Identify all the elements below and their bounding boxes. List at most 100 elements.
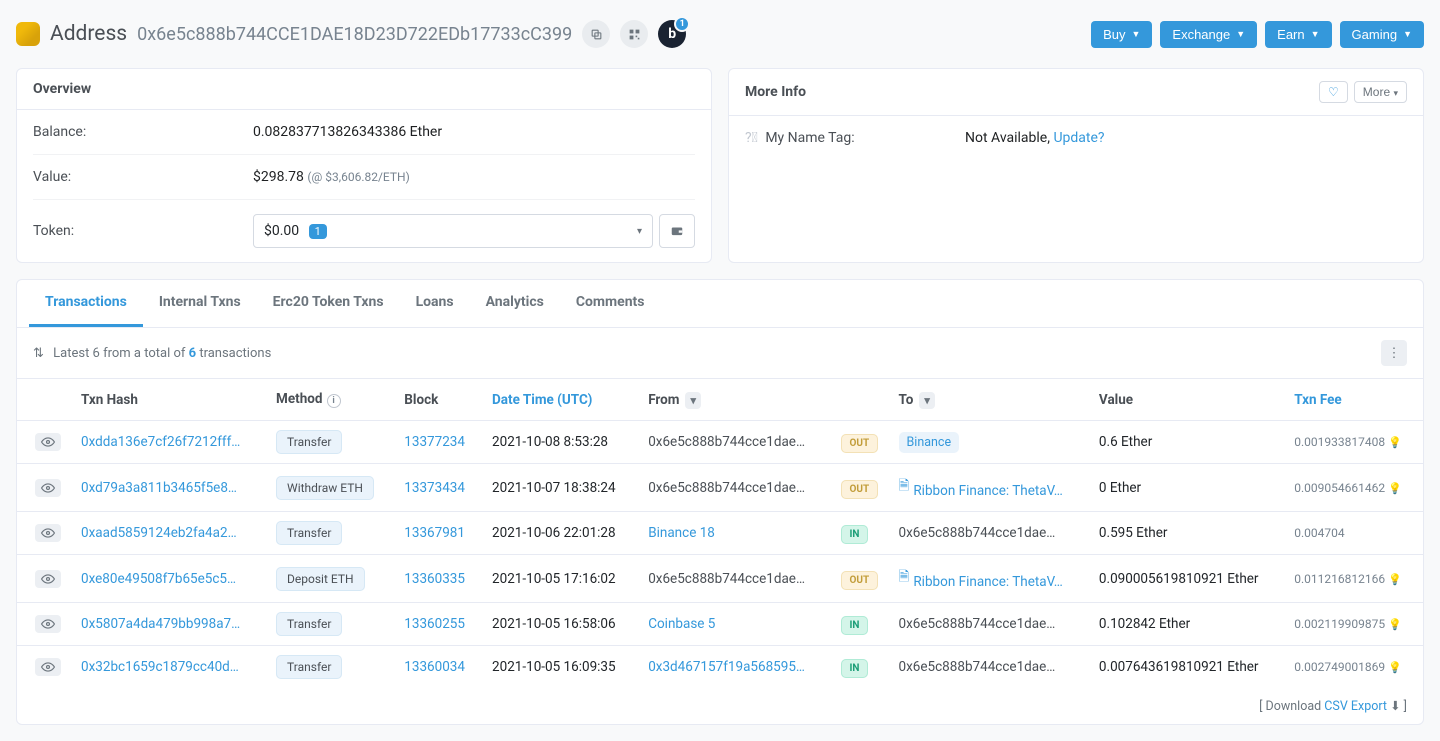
from-address-link[interactable]: Coinbase 5 (648, 616, 715, 632)
transactions-panel: Transactions Internal Txns Erc20 Token T… (16, 279, 1424, 725)
value-usd: $298.78 (@ $3,606.82/ETH) (253, 169, 410, 185)
col-fee[interactable]: Txn Fee (1284, 379, 1423, 421)
more-dropdown[interactable]: More ▾ (1354, 81, 1407, 103)
block-link[interactable]: 13360034 (404, 659, 465, 675)
value-label: Value: (33, 169, 253, 185)
view-details-icon[interactable] (35, 433, 61, 451)
tx-fee: 0.011216812166 (1294, 572, 1385, 586)
col-txhash: Txn Hash (71, 379, 266, 421)
from-address-link[interactable]: Binance 18 (648, 525, 715, 541)
wallet-icon[interactable] (659, 214, 695, 248)
export-footer: [ Download CSV Export ⬇ ] (17, 688, 1423, 724)
txn-hash-link[interactable]: 0x5807a4da479bb998a7… (81, 616, 240, 632)
favorite-button[interactable]: ♡ (1319, 81, 1348, 103)
view-details-icon[interactable] (35, 615, 61, 633)
info-icon[interactable]: i (327, 394, 341, 408)
blockies-icon[interactable]: b 1 (658, 20, 686, 48)
tx-fee: 0.001933817408 (1294, 435, 1385, 449)
txn-hash-link[interactable]: 0xaad5859124eb2fa4a2… (81, 525, 237, 541)
table-row: 0x5807a4da479bb998a7…Transfer13360255202… (17, 603, 1423, 646)
contract-icon: 🗎 (899, 569, 910, 585)
to-address-chip[interactable]: Binance (899, 432, 960, 453)
chevron-down-icon: ▾ (1393, 88, 1398, 98)
tab-transactions[interactable]: Transactions (29, 280, 143, 327)
from-address: 0x6e5c888b744cce1dae… (648, 434, 805, 450)
view-details-icon[interactable] (35, 570, 61, 588)
name-tag-label: ?⃝ My Name Tag: (745, 130, 965, 146)
block-link[interactable]: 13373434 (404, 480, 465, 496)
tab-erc20[interactable]: Erc20 Token Txns (257, 280, 400, 327)
name-tag-value: Not Available, Update? (965, 130, 1105, 146)
txn-hash-link[interactable]: 0xdda136e7cf26f7212fff… (81, 434, 240, 450)
view-details-icon[interactable] (35, 479, 61, 497)
csv-export-link[interactable]: CSV Export (1324, 699, 1387, 714)
tx-fee: 0.002749001869 (1294, 660, 1385, 674)
to-address: 0x6e5c888b744cce1dae… (899, 525, 1056, 541)
direction-badge: IN (841, 525, 869, 544)
download-icon: ⬇ (1390, 699, 1400, 714)
tx-fee: 0.002119909875 (1294, 617, 1385, 631)
table-options-button[interactable]: ⋮ (1381, 340, 1407, 366)
direction-badge: OUT (841, 571, 879, 590)
more-info-title: More Info (745, 84, 806, 100)
buy-button[interactable]: Buy▼ (1091, 21, 1152, 48)
table-row: 0xdda136e7cf26f7212fff… Transfer 13377234 2… (17, 421, 1423, 464)
tx-fee: 0.009054661462 (1294, 481, 1385, 495)
table-row: 0xd79a3a811b3465f5e8…Withdraw ETH1337343… (17, 464, 1423, 512)
from-address: 0x6e5c888b744cce1dae… (648, 571, 805, 587)
datetime-value: 2021-10-07 18:38:24 (492, 480, 616, 496)
table-summary: ⇅ Latest 6 from a total of 6 transaction… (33, 346, 271, 361)
txn-hash-link[interactable]: 0x32bc1659c1879cc40d… (81, 659, 239, 675)
balance-label: Balance: (33, 124, 253, 140)
tab-internal[interactable]: Internal Txns (143, 280, 257, 327)
copy-icon[interactable] (582, 20, 610, 48)
view-details-icon[interactable] (35, 524, 61, 542)
exchange-button[interactable]: Exchange▼ (1160, 21, 1257, 48)
filter-icon[interactable]: ▾ (919, 392, 935, 409)
txn-hash-link[interactable]: 0xd79a3a811b3465f5e8… (81, 480, 237, 496)
chevron-down-icon: ▼ (1236, 29, 1245, 39)
tab-analytics[interactable]: Analytics (470, 280, 560, 327)
from-address-link[interactable]: 0x3d467157f19a568595… (648, 659, 805, 675)
chevron-down-icon: ▼ (1131, 29, 1140, 39)
block-link[interactable]: 13360255 (404, 616, 465, 632)
balance-value: 0.082837713826343386 Ether (253, 124, 442, 140)
method-badge: Transfer (276, 612, 342, 636)
tx-value: 0.595 Ether (1099, 525, 1168, 541)
gaming-button[interactable]: Gaming▼ (1340, 21, 1424, 48)
tx-value: 0.007643619810921 Ether (1099, 659, 1259, 675)
col-datetime[interactable]: Date Time (UTC) (482, 379, 638, 421)
col-from: From▾ (638, 379, 830, 421)
col-block: Block (394, 379, 482, 421)
txn-hash-link[interactable]: 0xe80e49508f7b65e5c5… (81, 571, 236, 587)
block-link[interactable]: 13377234 (404, 434, 465, 450)
tab-loans[interactable]: Loans (400, 280, 470, 327)
to-address-link[interactable]: Ribbon Finance: ThetaV… (913, 483, 1062, 499)
to-address-link[interactable]: Ribbon Finance: ThetaV… (913, 574, 1062, 590)
filter-icon[interactable]: ▾ (685, 392, 701, 409)
earn-button[interactable]: Earn▼ (1265, 21, 1331, 48)
block-link[interactable]: 13360335 (404, 571, 465, 587)
token-label: Token: (33, 223, 253, 239)
sort-icon[interactable]: ⇅ (33, 346, 44, 361)
col-value: Value (1089, 379, 1284, 421)
more-info-card: More Info ♡ More ▾ ?⃝ My Name Tag: Not A… (728, 68, 1424, 263)
datetime-value: 2021-10-06 22:01:28 (492, 525, 616, 541)
update-name-tag-link[interactable]: Update? (1053, 130, 1104, 146)
token-dropdown[interactable]: $0.00 1 ▾ (253, 214, 653, 248)
overview-card: Overview Balance: 0.082837713826343386 E… (16, 68, 712, 263)
view-details-icon[interactable] (35, 658, 61, 676)
page-title: Address (50, 22, 127, 46)
to-address: 0x6e5c888b744cce1dae… (899, 616, 1056, 632)
qr-icon[interactable] (620, 20, 648, 48)
token-count-badge: 1 (309, 224, 327, 239)
method-badge: Transfer (276, 430, 342, 454)
chevron-down-icon: ▼ (1403, 29, 1412, 39)
tab-comments[interactable]: Comments (560, 280, 661, 327)
col-direction (831, 379, 889, 421)
page-header: Address 0x6e5c888b744CCE1DAE18D23D722EDb… (16, 0, 1424, 68)
block-link[interactable]: 13367981 (404, 525, 465, 541)
datetime-value: 2021-10-08 8:53:28 (492, 434, 608, 450)
tx-fee: 0.004704 (1294, 526, 1344, 540)
help-icon: ?⃝ (745, 130, 758, 146)
